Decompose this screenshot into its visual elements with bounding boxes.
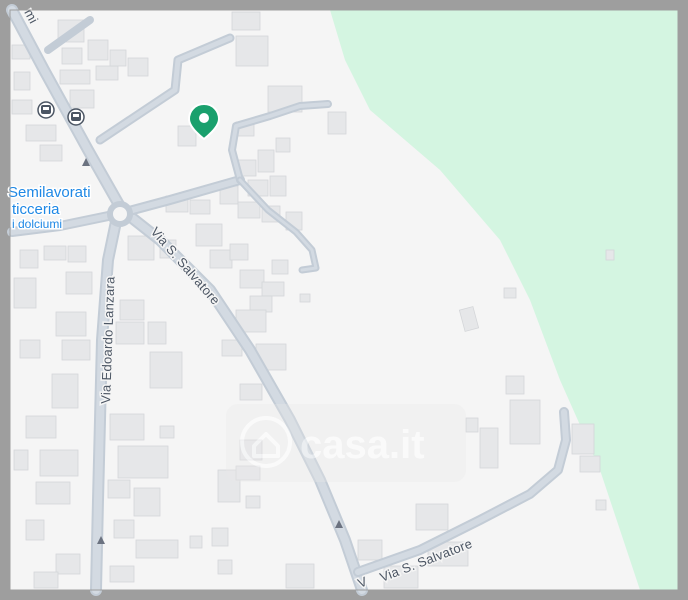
poi-category: i dolciumi — [12, 217, 62, 231]
poi-name-line2[interactable]: ticceria — [11, 200, 62, 220]
map-canvas[interactable]: Semilavorati ticceria i dolciumi mi Via … — [0, 0, 688, 600]
watermark-text: casa.it — [300, 423, 425, 467]
watermark: casa.it — [226, 404, 466, 482]
bus-stop-icon[interactable] — [67, 108, 85, 126]
poi-name-line1[interactable]: Semilavorati — [7, 183, 93, 203]
map-view[interactable]: Semilavorati ticceria i dolciumi mi Via … — [0, 0, 688, 600]
bus-stop-icon[interactable] — [37, 101, 55, 119]
